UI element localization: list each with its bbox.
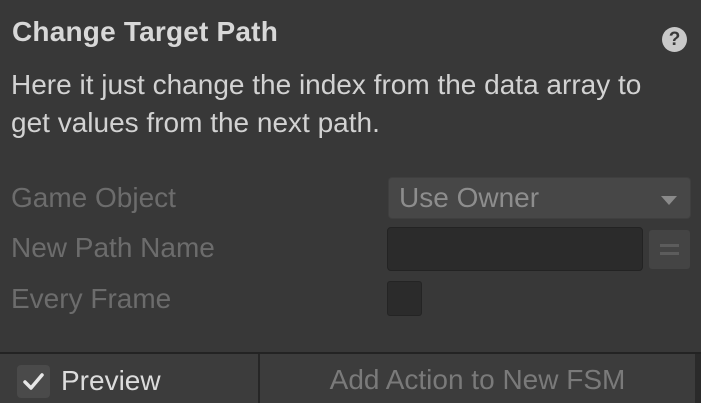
- equals-icon: [660, 244, 679, 247]
- new-path-name-label: New Path Name: [11, 232, 215, 263]
- add-action-label: Add Action to New FSM: [329, 364, 626, 395]
- game-object-dropdown[interactable]: Use Owner: [388, 177, 691, 219]
- game-object-label: Game Object: [11, 182, 176, 213]
- variable-toggle-button[interactable]: [649, 230, 690, 269]
- add-action-to-new-fsm-button[interactable]: Add Action to New FSM: [260, 354, 695, 403]
- every-frame-label: Every Frame: [11, 283, 172, 314]
- footer-right-edge: [695, 354, 701, 403]
- preview-label: Preview: [61, 365, 161, 396]
- footer-bar: Preview Add Action to New FSM: [0, 354, 701, 403]
- action-title: Change Target Path: [12, 16, 279, 47]
- question-mark-icon[interactable]: ?: [662, 27, 687, 52]
- action-description: Here it just change the index from the d…: [11, 69, 642, 138]
- equals-icon-lower: [660, 252, 679, 255]
- chevron-down-icon: [661, 196, 677, 205]
- game-object-selected-value: Use Owner: [399, 182, 540, 213]
- new-path-name-input[interactable]: [387, 227, 643, 271]
- preview-checkbox[interactable]: [17, 365, 50, 398]
- every-frame-checkbox[interactable]: [387, 281, 422, 316]
- checkmark-icon: [23, 373, 44, 390]
- preview-toggle[interactable]: Preview: [0, 354, 258, 403]
- action-panel: Change Target Path ? Here it just change…: [0, 0, 701, 403]
